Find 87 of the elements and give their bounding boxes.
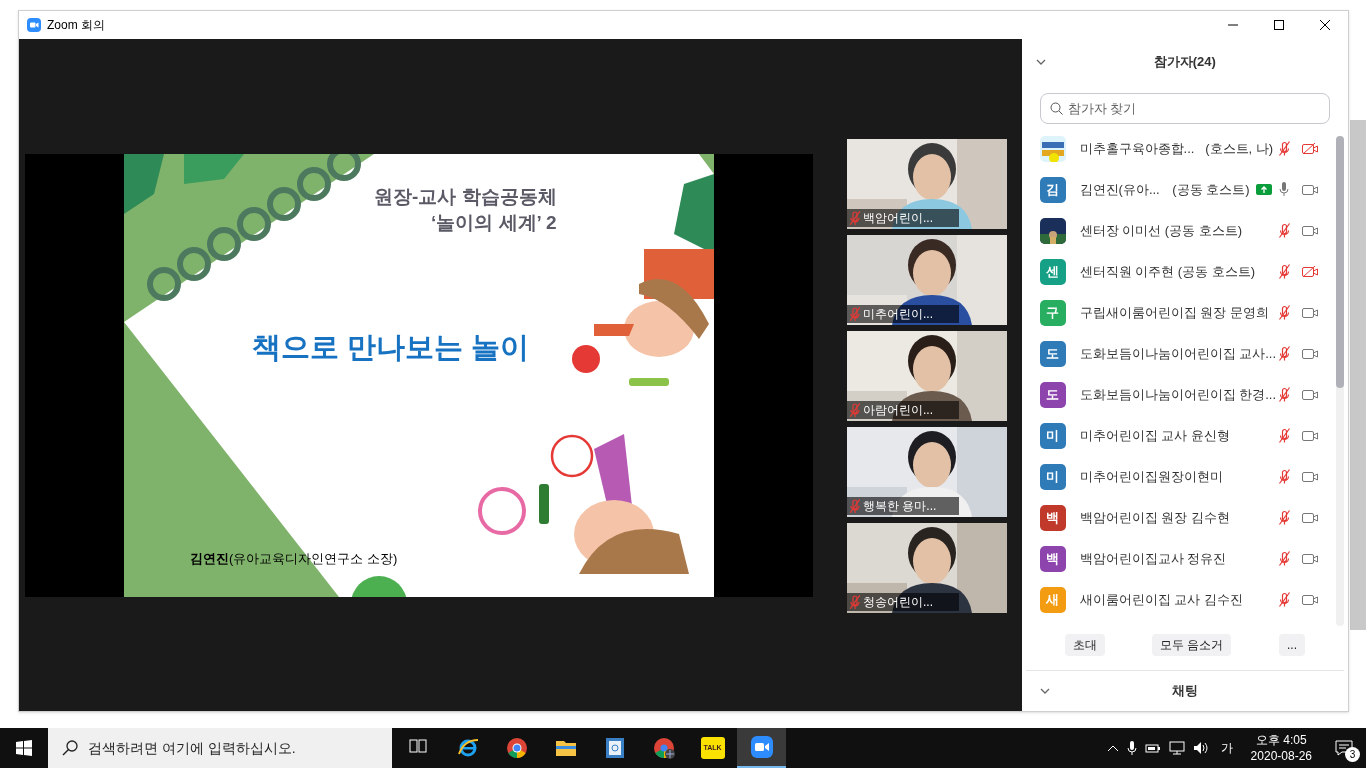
- scrollbar-thumb[interactable]: [1336, 136, 1344, 388]
- search-icon: [62, 740, 78, 756]
- avatar: 구: [1039, 299, 1066, 326]
- avatar: 센: [1039, 258, 1066, 285]
- participant-name: 도화보듬이나눔이어린이집 교사...: [1079, 344, 1276, 363]
- muted-microphone-icon[interactable]: [1278, 468, 1290, 485]
- avatar: 도: [1039, 340, 1066, 367]
- maximize-icon: [1274, 20, 1284, 30]
- video-off-icon[interactable]: [1302, 142, 1318, 155]
- participant-name: 미추어린이집 교사 윤신형: [1079, 426, 1230, 445]
- participant-name: 미추어린이집원장이현미: [1079, 467, 1223, 486]
- muted-microphone-icon[interactable]: [1278, 345, 1290, 362]
- video-camera-icon[interactable]: [1302, 183, 1318, 196]
- windows-logo-icon: [16, 740, 32, 756]
- slide-title: 원장-교사 학습공동체: [374, 185, 557, 209]
- slide-heading: 책으로 만나보는 놀이: [252, 330, 530, 365]
- notification-count: 3: [1345, 747, 1360, 762]
- video-camera-icon[interactable]: [1302, 511, 1318, 524]
- participant-name: 도화보듬이나눔이어린이집 한경...: [1079, 385, 1276, 404]
- taskbar-search-field[interactable]: 검색하려면 여기에 입력하십시오.: [48, 728, 392, 768]
- video-camera-icon[interactable]: [1302, 470, 1318, 483]
- microphone-icon[interactable]: [1126, 740, 1137, 756]
- avatar: 김: [1039, 176, 1066, 203]
- avatar: 백: [1039, 504, 1066, 531]
- participant-name: 미추홀구육아종합...: [1079, 139, 1195, 158]
- muted-microphone-icon[interactable]: [1278, 304, 1290, 321]
- slide-title: ‘놀이의 세계’ 2: [430, 211, 557, 235]
- battery-icon[interactable]: [1144, 742, 1161, 754]
- search-field[interactable]: 참가자 찾기: [1039, 93, 1330, 124]
- notification-icon: [1335, 740, 1353, 756]
- collapse-chevron-icon[interactable]: [1035, 59, 1046, 65]
- muted-microphone-icon[interactable]: [1278, 509, 1290, 526]
- muted-microphone-icon[interactable]: [1278, 550, 1290, 567]
- participant-name: 센터장 이미선 (공동 호스트): [1079, 221, 1243, 240]
- video-camera-icon[interactable]: [1302, 306, 1318, 319]
- participant-name: 센터직원 이주현 (공동 호스트): [1079, 262, 1256, 281]
- chevron-up-icon[interactable]: [1106, 744, 1119, 752]
- avatar: 미: [1039, 422, 1066, 449]
- chrome-icon: [651, 736, 676, 760]
- avatar: 백: [1039, 545, 1066, 572]
- avatar: 미: [1039, 463, 1066, 490]
- participant-role: (공동 호스트): [1171, 180, 1250, 199]
- participant-name: 백암어린이집교사 정유진: [1079, 549, 1227, 568]
- video-camera-icon: [27, 18, 41, 32]
- clock-date[interactable]: 2020-08-26: [1250, 748, 1312, 764]
- participant-role: (호스트, 나): [1204, 139, 1274, 158]
- participant-name: 새이룸어린이집 교사 김수진: [1079, 590, 1243, 609]
- panel-title: 참가자(24): [1152, 53, 1217, 72]
- search-icon: [1049, 102, 1063, 115]
- participant-name: 김연진(유아...: [1079, 180, 1160, 199]
- chat-title: 채팅: [1170, 681, 1199, 700]
- video-camera-icon[interactable]: [1302, 593, 1318, 606]
- panel-button[interactable]: 초대: [1064, 634, 1105, 656]
- muted-microphone-icon[interactable]: [1278, 591, 1290, 608]
- muted-microphone-icon[interactable]: [1278, 140, 1290, 157]
- video-camera-icon[interactable]: [1302, 347, 1318, 360]
- muted-microphone-icon[interactable]: [1278, 222, 1290, 239]
- chrome-icon: [504, 736, 529, 760]
- participant-name: 구립새이룸어린이집 원장 문영희: [1079, 303, 1269, 322]
- video-camera-icon[interactable]: [1302, 552, 1318, 565]
- muted-microphone-icon[interactable]: [1278, 427, 1290, 444]
- window-title: Zoom 회의: [47, 17, 105, 34]
- notification-button[interactable]: 3: [1326, 728, 1362, 768]
- taskbar-app[interactable]: [737, 728, 786, 768]
- participant-name: 아람어린이...: [863, 402, 933, 419]
- participant-name: 백암어린이집 원장 김수현: [1079, 508, 1230, 527]
- avatar: 새: [1039, 586, 1066, 613]
- participant-name: 청송어린이...: [863, 594, 933, 611]
- participant-name: 미추어린이...: [863, 306, 933, 323]
- close-icon: [1320, 20, 1330, 30]
- avatar: 도: [1039, 381, 1066, 408]
- network-icon[interactable]: [1168, 741, 1185, 755]
- video-camera-icon[interactable]: [1302, 388, 1318, 401]
- video-off-icon[interactable]: [1302, 265, 1318, 278]
- panel-button[interactable]: 모두 음소거: [1152, 634, 1232, 656]
- volume-icon[interactable]: [1192, 741, 1209, 755]
- panel-button[interactable]: ...: [1279, 634, 1305, 656]
- ime-indicator[interactable]: 가: [1216, 739, 1237, 757]
- muted-microphone-icon[interactable]: [1278, 263, 1290, 280]
- video-camera-icon[interactable]: [1302, 224, 1318, 237]
- video-camera-icon: [749, 735, 774, 759]
- muted-microphone-icon[interactable]: [1278, 386, 1290, 403]
- video-camera-icon[interactable]: [1302, 429, 1318, 442]
- participant-name: 행복한 용마...: [863, 498, 937, 515]
- collapse-chevron-icon[interactable]: [1039, 687, 1050, 694]
- participant-name: 백암어린이...: [863, 210, 933, 227]
- clock-time[interactable]: 오후 4:05: [1255, 732, 1307, 748]
